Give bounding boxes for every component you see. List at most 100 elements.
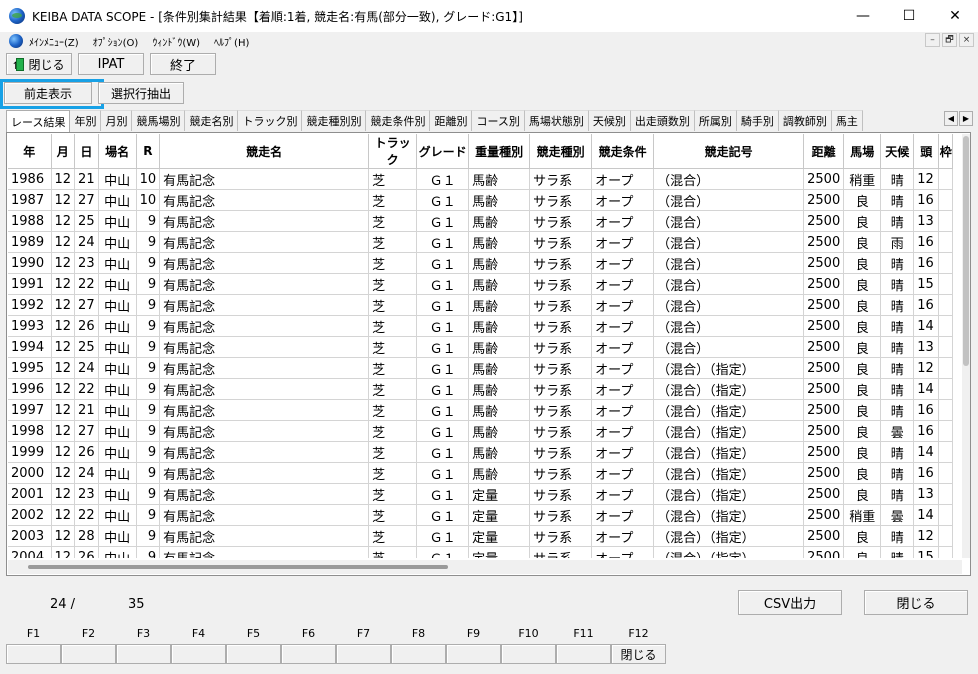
tab-race-results[interactable]: レース結果 <box>6 110 71 132</box>
column-header[interactable]: グレード <box>416 134 470 169</box>
table-row[interactable]: 2000 12 24 中山 9 有馬記念芝 Ｇ１ 馬齢 サラ系 オープ （混合）（指定） 2500 良晴… <box>8 462 954 484</box>
table-cell: Ｇ１ <box>416 189 470 211</box>
horizontal-scrollbar[interactable] <box>8 560 962 574</box>
minimize-button[interactable]: — <box>840 0 886 32</box>
mdi-close-button[interactable]: × <box>959 33 974 47</box>
close-dialog-button[interactable]: 閉じる <box>864 590 968 615</box>
vertical-scrollbar[interactable] <box>962 134 970 558</box>
fkey-button[interactable] <box>226 644 281 664</box>
table-cell: オープ <box>591 399 655 421</box>
tab-by-course[interactable]: コース別 <box>472 110 525 131</box>
table-row[interactable]: 20041226中山9有馬記念芝Ｇ１定量サラ系オープ（混合）（指定）2500良晴… <box>8 546 954 558</box>
table-cell <box>938 399 954 421</box>
column-header[interactable]: 競走名 <box>159 134 370 169</box>
fkey-button[interactable] <box>446 644 501 664</box>
column-header[interactable]: 天候 <box>880 134 915 169</box>
menu-main[interactable]: ﾒｲﾝﾒﾆｭｰ(Z) <box>29 34 79 49</box>
table-row[interactable]: 2002 12 22 中山 9 有馬記念芝 Ｇ１ 定量 サラ系 オープ （混合）（指定） 2500 稍重… <box>8 504 954 526</box>
close-button[interactable]: ↑ 閉じる <box>6 53 72 75</box>
table-cell: 有馬記念 <box>159 441 370 463</box>
column-header[interactable]: 場名 <box>98 134 137 169</box>
table-row[interactable]: 1986 12 21 中山 10 有馬記念芝 Ｇ１ 馬齢 サラ系 オープ （混合） 2500 稍重晴 12 <box>8 168 954 190</box>
csv-export-button[interactable]: CSV出力 <box>738 590 842 615</box>
column-header[interactable]: R <box>136 134 161 169</box>
table-cell: Ｇ１ <box>416 210 470 232</box>
table-row[interactable]: 2003 12 28 中山 9 有馬記念芝 Ｇ１ 定量 サラ系 オープ （混合）（指定） 2500 良晴… <box>8 525 954 547</box>
table-row[interactable]: 1996 12 22 中山 9 有馬記念芝 Ｇ１ 馬齢 サラ系 オープ （混合）（指定） 2500 良晴… <box>8 378 954 400</box>
exit-button[interactable]: 終了 <box>150 53 216 75</box>
table-cell <box>938 273 954 295</box>
tab-by-year[interactable]: 年別 <box>70 110 102 131</box>
table-row[interactable]: 1991 12 22 中山 9 有馬記念芝 Ｇ１ 馬齢 サラ系 オープ （混合） 2500 良晴 15 <box>8 273 954 295</box>
tab-by-trainer[interactable]: 調教師別 <box>778 110 832 131</box>
ipat-button[interactable]: IPAT <box>78 53 144 75</box>
fkey-button[interactable] <box>556 644 611 664</box>
fkey-button[interactable]: 閉じる <box>611 644 666 664</box>
table-row[interactable]: 1987 12 27 中山 10 有馬記念芝 Ｇ１ 馬齢 サラ系 オープ （混合） 2500 良晴 16 <box>8 189 954 211</box>
prev-race-button[interactable]: 前走表示 <box>4 82 92 104</box>
table-cell: 曇 <box>880 420 915 442</box>
fkey-button[interactable] <box>61 644 116 664</box>
tab-by-field-size[interactable]: 出走頭数別 <box>630 110 695 131</box>
maximize-button[interactable]: ☐ <box>886 0 932 32</box>
column-header[interactable]: 競走記号 <box>653 134 805 169</box>
table-row[interactable]: 1998 12 27 中山 9 有馬記念芝 Ｇ１ 馬齢 サラ系 オープ （混合）（指定） 2500 良曇… <box>8 420 954 442</box>
column-header[interactable]: 競走種別 <box>529 134 593 169</box>
close-window-button[interactable]: ✕ <box>932 0 978 32</box>
tab-scroll-left-button[interactable]: ◀ <box>944 111 958 126</box>
column-header[interactable]: 枠 <box>938 134 954 169</box>
column-header[interactable]: 年 <box>8 134 52 169</box>
tab-by-race-name[interactable]: 競走名別 <box>185 110 239 131</box>
extract-rows-button[interactable]: 選択行抽出 <box>98 82 184 104</box>
menu-help[interactable]: ﾍﾙﾌﾟ(H) <box>214 34 249 49</box>
fkey-button[interactable] <box>336 644 391 664</box>
column-header[interactable]: 馬場 <box>843 134 882 169</box>
tab-by-going[interactable]: 馬場状態別 <box>524 110 589 131</box>
column-header[interactable]: 頭 <box>913 134 940 169</box>
fkey-button[interactable] <box>6 644 61 664</box>
table-cell: （混合） <box>653 231 805 253</box>
table-row[interactable]: 1999 12 26 中山 9 有馬記念芝 Ｇ１ 馬齢 サラ系 オープ （混合）（指定） 2500 良晴… <box>8 441 954 463</box>
table-cell: 25 <box>74 336 99 358</box>
tab-by-affiliation[interactable]: 所属別 <box>694 110 737 131</box>
tab-by-race-type[interactable]: 競走種別別 <box>302 110 367 131</box>
fkey-button[interactable] <box>281 644 336 664</box>
results-grid-viewport[interactable]: 年月日場名 R 競走名 トラック グレード 重量種別 競走種別 競走条件 競走記号 距離 馬場 天候頭… <box>8 134 960 558</box>
fkey-button[interactable] <box>116 644 171 664</box>
table-row[interactable]: 2001 12 23 中山 9 有馬記念芝 Ｇ１ 定量 サラ系 オープ （混合）（指定） 2500 良晴… <box>8 483 954 505</box>
mdi-globe-icon[interactable] <box>9 34 23 48</box>
table-row[interactable]: 1990 12 23 中山 9 有馬記念芝 Ｇ１ 馬齢 サラ系 オープ （混合） 2500 良晴 16 <box>8 252 954 274</box>
table-row[interactable]: 1995 12 24 中山 9 有馬記念芝 Ｇ１ 馬齢 サラ系 オープ （混合）（指定） 2500 良晴… <box>8 357 954 379</box>
tab-by-race-condition[interactable]: 競走条件別 <box>366 110 431 131</box>
tab-scroll-right-button[interactable]: ▶ <box>959 111 973 126</box>
tab-by-jockey[interactable]: 騎手別 <box>736 110 779 131</box>
table-row[interactable]: 1994 12 25 中山 9 有馬記念芝 Ｇ１ 馬齢 サラ系 オープ （混合） 2500 良晴 13 <box>8 336 954 358</box>
table-row[interactable]: 1989 12 24 中山 9 有馬記念芝 Ｇ１ 馬齢 サラ系 オープ （混合） 2500 良雨 16 <box>8 231 954 253</box>
column-header[interactable]: 日 <box>74 134 99 169</box>
column-header[interactable]: 距離 <box>803 134 845 169</box>
menu-window[interactable]: ｳｨﾝﾄﾞｳ(W) <box>152 34 200 49</box>
table-row[interactable]: 1992 12 27 中山 9 有馬記念芝 Ｇ１ 馬齢 サラ系 オープ （混合） 2500 良晴 16 <box>8 294 954 316</box>
column-header[interactable]: トラック <box>368 134 418 169</box>
tab-by-track[interactable]: トラック別 <box>238 110 303 131</box>
table-row[interactable]: 1988 12 25 中山 9 有馬記念芝 Ｇ１ 馬齢 サラ系 オープ （混合） 2500 良晴 13 <box>8 210 954 232</box>
fkey-button[interactable] <box>501 644 556 664</box>
mdi-restore-button[interactable]: 🗗 <box>942 33 957 47</box>
mdi-minimize-button[interactable]: – <box>925 33 940 47</box>
tab-by-owner[interactable]: 馬主 <box>831 110 863 131</box>
column-header[interactable]: 月 <box>51 134 76 169</box>
vertical-scroll-thumb[interactable] <box>963 136 969 366</box>
tab-by-distance[interactable]: 距離別 <box>430 110 473 131</box>
table-row[interactable]: 1993 12 26 中山 9 有馬記念芝 Ｇ１ 馬齢 サラ系 オープ （混合） 2500 良晴 14 <box>8 315 954 337</box>
menu-options[interactable]: ｵﾌﾟｼｮﾝ(O) <box>93 34 139 49</box>
tab-by-weather[interactable]: 天候別 <box>588 110 631 131</box>
table-cell: 9 <box>136 378 161 400</box>
column-header[interactable]: 競走条件 <box>591 134 655 169</box>
tab-by-month[interactable]: 月別 <box>101 110 133 131</box>
fkey-button[interactable] <box>171 644 226 664</box>
column-header[interactable]: 重量種別 <box>468 134 531 169</box>
horizontal-scroll-thumb[interactable] <box>28 565 448 569</box>
fkey-button[interactable] <box>391 644 446 664</box>
tab-by-racecourse[interactable]: 競馬場別 <box>132 110 186 131</box>
table-row[interactable]: 1997 12 21 中山 9 有馬記念芝 Ｇ１ 馬齢 サラ系 オープ （混合）（指定） 2500 良晴… <box>8 399 954 421</box>
